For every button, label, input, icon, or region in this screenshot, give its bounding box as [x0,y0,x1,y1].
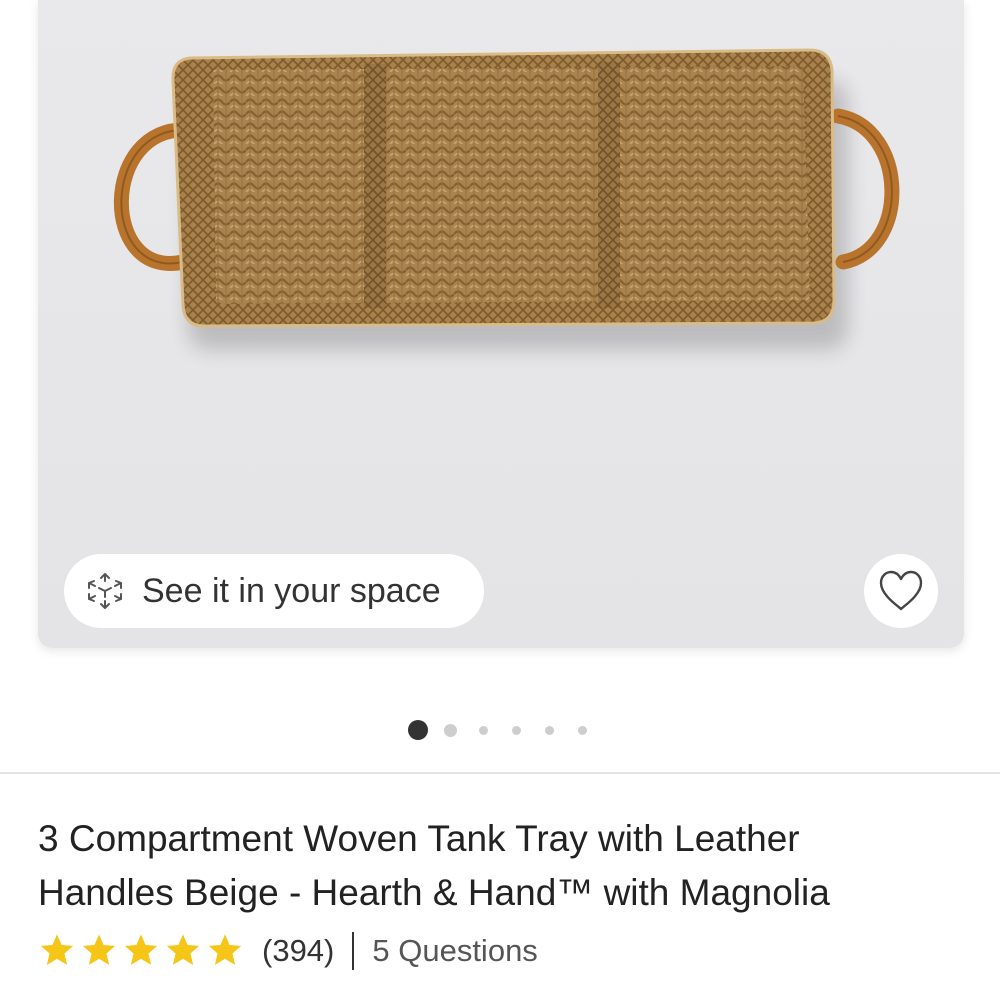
product-title-line-2: Handles Beige - Hearth & Hand™ with Magn… [38,872,830,913]
carousel-dots[interactable] [0,718,1000,742]
star-icon [124,934,158,965]
star-icon [82,934,116,965]
questions-link[interactable]: 5 Questions [372,933,537,969]
star-rating[interactable] [38,932,244,970]
star-icon [208,934,242,965]
carousel-dot-3[interactable] [479,726,488,735]
star-icon [166,934,200,965]
see-in-your-space-button[interactable]: See it in your space [64,554,484,628]
carousel-dot-5[interactable] [545,726,554,735]
carousel-dot-4[interactable] [512,726,521,735]
carousel-dot-6[interactable] [578,726,587,735]
carousel-dot-2[interactable] [444,724,457,737]
favorite-button[interactable] [864,554,938,628]
product-title: 3 Compartment Woven Tank Tray with Leath… [38,812,968,920]
product-title-line-1: 3 Compartment Woven Tank Tray with Leath… [38,818,800,859]
see-in-your-space-label: See it in your space [142,571,441,610]
heart-outline-icon [879,570,923,611]
section-divider [0,772,1000,774]
star-icon [40,934,74,965]
carousel-dot-1[interactable] [408,720,428,740]
review-count[interactable]: (394) [262,933,334,969]
product-image[interactable] [38,0,964,648]
rating-row: (394) 5 Questions [38,928,538,974]
product-image-card[interactable]: See it in your space [38,0,964,648]
ar-cube-icon [84,570,126,612]
rating-separator [352,932,355,970]
